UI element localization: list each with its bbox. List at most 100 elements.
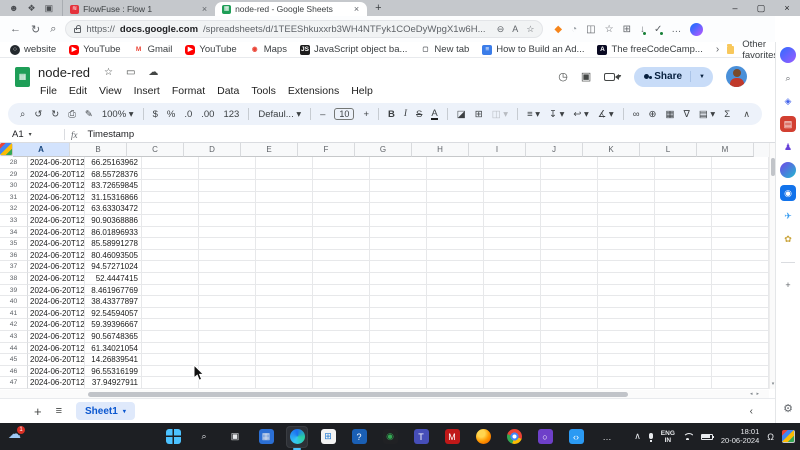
cell-empty[interactable]: [142, 157, 199, 169]
edge-browser-icon[interactable]: [286, 426, 308, 448]
redo-icon[interactable]: ↻: [51, 109, 59, 120]
cell-timestamp[interactable]: 2024-06-20T12:2: [28, 250, 85, 262]
cell-empty[interactable]: [655, 308, 712, 320]
cell-empty[interactable]: [655, 157, 712, 169]
cell-empty[interactable]: [142, 192, 199, 204]
more-menu-icon[interactable]: …: [671, 24, 681, 35]
taskbar-clock[interactable]: 18:0120-06-2024: [721, 428, 759, 445]
cell-empty[interactable]: [598, 227, 655, 239]
cell-empty[interactable]: [370, 157, 427, 169]
cell-empty[interactable]: [541, 285, 598, 297]
cell-empty[interactable]: [655, 180, 712, 192]
font-select[interactable]: Defaul... ▾: [258, 109, 301, 120]
cell-empty[interactable]: [256, 261, 313, 273]
cell-empty[interactable]: [370, 377, 427, 389]
nav-search-icon[interactable]: ⌕: [50, 23, 56, 36]
cell-empty[interactable]: [256, 377, 313, 389]
toolbar-divider[interactable]: [517, 108, 518, 120]
cell-empty[interactable]: [256, 366, 313, 378]
cell-empty[interactable]: [598, 261, 655, 273]
cell-empty[interactable]: [427, 308, 484, 320]
cell-empty[interactable]: [541, 157, 598, 169]
column-header[interactable]: B: [70, 143, 127, 157]
currency-format-icon[interactable]: $: [153, 109, 158, 120]
edge-beta-icon[interactable]: ?: [348, 426, 370, 448]
cell-empty[interactable]: [598, 192, 655, 204]
column-header[interactable]: A: [13, 143, 70, 157]
row-header[interactable]: 37: [0, 261, 28, 273]
undo-icon[interactable]: ↺: [34, 109, 42, 120]
cell-timestamp[interactable]: 2024-06-20T12:2: [28, 354, 85, 366]
bookmark-maps[interactable]: ◉ Maps: [250, 44, 287, 55]
cell-empty[interactable]: [256, 250, 313, 262]
designer-icon[interactable]: [780, 162, 796, 178]
widgets-icon[interactable]: ▦: [255, 426, 277, 448]
column-header[interactable]: K: [583, 143, 640, 157]
start-button[interactable]: [162, 426, 184, 448]
cell-value[interactable]: 59.39396667: [85, 319, 142, 331]
cell-empty[interactable]: [142, 296, 199, 308]
cell-empty[interactable]: [199, 377, 256, 389]
battery-icon[interactable]: [701, 434, 713, 440]
cell-empty[interactable]: [655, 273, 712, 285]
cell-timestamp[interactable]: 2024-06-20T12:2: [28, 192, 85, 204]
cell-empty[interactable]: [313, 366, 370, 378]
cell-empty[interactable]: [712, 343, 769, 355]
cell-empty[interactable]: [256, 285, 313, 297]
vertical-align-icon[interactable]: ↧ ▾: [549, 109, 564, 120]
cell-empty[interactable]: [370, 261, 427, 273]
cell-empty[interactable]: [256, 354, 313, 366]
cell-empty[interactable]: [712, 354, 769, 366]
cell-empty[interactable]: [256, 238, 313, 250]
cell-timestamp[interactable]: 2024-06-20T12:2: [28, 285, 85, 297]
cell-empty[interactable]: [712, 180, 769, 192]
cell-empty[interactable]: [142, 319, 199, 331]
cell-empty[interactable]: [541, 377, 598, 389]
meet-call-button[interactable]: ▾: [604, 73, 621, 81]
row-header[interactable]: 35: [0, 238, 28, 250]
cell-value[interactable]: 68.55728376: [85, 169, 142, 181]
cell-empty[interactable]: [256, 215, 313, 227]
cell-empty[interactable]: [199, 250, 256, 262]
cell-value[interactable]: 14.26839541: [85, 354, 142, 366]
cell-empty[interactable]: [313, 238, 370, 250]
mcafee-icon[interactable]: M: [441, 426, 463, 448]
cell-empty[interactable]: [142, 377, 199, 389]
text-rotate-icon[interactable]: ∡ ▾: [598, 109, 614, 120]
cell-empty[interactable]: [598, 366, 655, 378]
cell-empty[interactable]: [598, 377, 655, 389]
cell-empty[interactable]: [427, 180, 484, 192]
cell-empty[interactable]: [256, 273, 313, 285]
bookmark-new-tab[interactable]: ▢ New tab: [420, 44, 469, 55]
wifi-icon[interactable]: [683, 433, 693, 440]
cell-empty[interactable]: [427, 366, 484, 378]
cell-empty[interactable]: [712, 157, 769, 169]
cell-value[interactable]: 66.25163962: [85, 157, 142, 169]
toolbar-divider[interactable]: [623, 108, 624, 120]
menu-format[interactable]: Format: [166, 83, 211, 99]
cell-empty[interactable]: [484, 250, 541, 262]
toolbar-search-icon[interactable]: ⌕: [20, 109, 25, 120]
bookmarks-overflow-icon[interactable]: ›: [716, 44, 719, 55]
cell-empty[interactable]: [256, 192, 313, 204]
cell-empty[interactable]: [370, 192, 427, 204]
row-header[interactable]: 39: [0, 285, 28, 297]
outlook-icon[interactable]: ◉: [780, 185, 796, 201]
fill-color-icon[interactable]: ◪: [457, 109, 466, 120]
cell-value[interactable]: 90.90368886: [85, 215, 142, 227]
cell-empty[interactable]: [484, 227, 541, 239]
cell-empty[interactable]: [370, 285, 427, 297]
cell-timestamp[interactable]: 2024-06-20T12:2: [28, 343, 85, 355]
cell-timestamp[interactable]: 2024-06-20T12:2: [28, 157, 85, 169]
cell-empty[interactable]: [427, 169, 484, 181]
cell-empty[interactable]: [370, 343, 427, 355]
extension-icon[interactable]: ◔: [571, 24, 577, 35]
cell-value[interactable]: 37.94927911: [85, 377, 142, 389]
workspaces-icon[interactable]: ❖: [27, 3, 35, 14]
borders-icon[interactable]: ⊞: [475, 109, 483, 120]
cell-empty[interactable]: [427, 203, 484, 215]
cell-empty[interactable]: [427, 354, 484, 366]
text-color-icon[interactable]: A: [431, 109, 437, 120]
menu-data[interactable]: Data: [211, 83, 245, 99]
metamask-icon[interactable]: ◆: [554, 24, 562, 35]
